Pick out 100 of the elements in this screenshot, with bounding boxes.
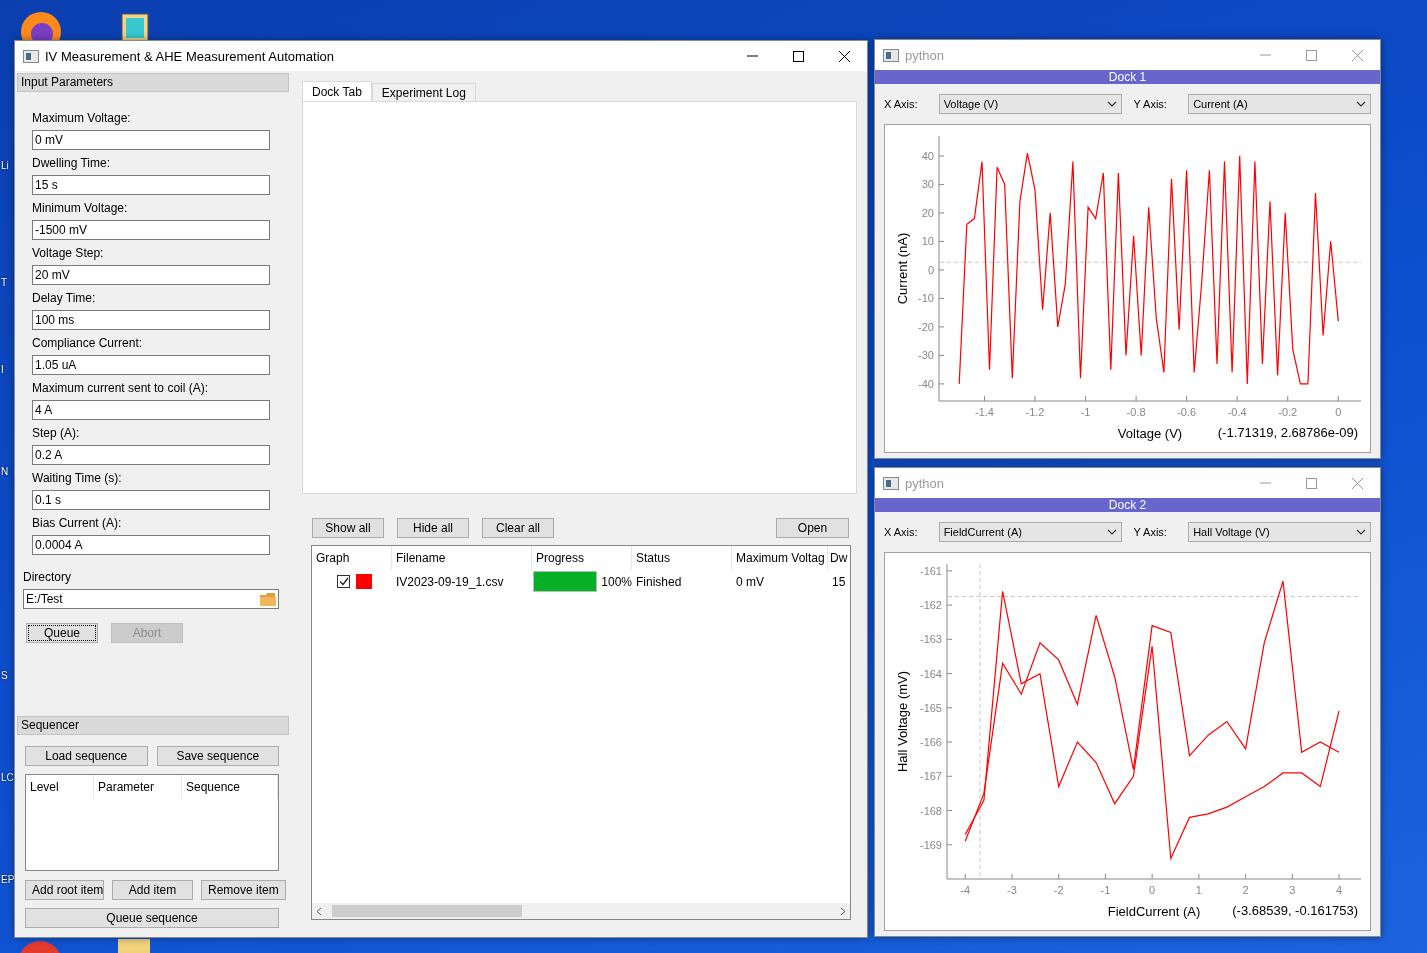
x-axis-title: Voltage (V) bbox=[1117, 426, 1183, 441]
tab[interactable]: Dock Tab bbox=[302, 81, 372, 101]
maximize-icon bbox=[1305, 49, 1317, 61]
table-cell-text: 15 bbox=[831, 574, 847, 589]
tick-label: 30 bbox=[921, 178, 934, 191]
dropdown[interactable]: Voltage (V) bbox=[938, 94, 1122, 114]
tick-label: 2 bbox=[1242, 884, 1249, 896]
tick-label: 3 bbox=[1289, 884, 1296, 896]
tick-label: 4 bbox=[1336, 884, 1343, 896]
input-field[interactable]: 0.1 s bbox=[32, 490, 270, 510]
field-label: Delay Time: bbox=[32, 290, 97, 307]
window-icon bbox=[883, 48, 899, 62]
desktop-icon-label: N bbox=[1, 466, 9, 477]
dropdown[interactable]: Current (A) bbox=[1188, 94, 1371, 114]
input-field[interactable]: -1500 mV bbox=[32, 220, 270, 240]
dropdown[interactable]: FieldCurrent (A) bbox=[938, 522, 1122, 542]
x-axis-title: FieldCurrent (A) bbox=[1107, 904, 1201, 919]
field-label: Bias Current (A): bbox=[32, 515, 123, 532]
column-header[interactable]: Graph bbox=[312, 546, 392, 570]
desktop-icon-label: I bbox=[1, 364, 4, 375]
dock-title-bar[interactable]: Dock 2 bbox=[875, 498, 1380, 512]
field-label: Step (A): bbox=[32, 425, 81, 442]
tick-label: 1 bbox=[1195, 884, 1202, 896]
desktop-icon-label: EP bbox=[1, 874, 15, 885]
column-header[interactable]: Sequence bbox=[182, 775, 278, 799]
chevron-down-icon bbox=[1106, 101, 1117, 107]
chevron-down-icon bbox=[1356, 101, 1366, 107]
field-label: Waiting Time (s): bbox=[32, 470, 123, 487]
tick-label: 20 bbox=[921, 206, 934, 219]
column-header[interactable]: Filename bbox=[392, 546, 532, 570]
input-field[interactable]: 1.05 uA bbox=[32, 355, 270, 375]
tick-label: 40 bbox=[921, 149, 934, 162]
input-field[interactable]: 4 A bbox=[32, 400, 270, 420]
input-field[interactable]: 15 s bbox=[32, 175, 270, 195]
column-header[interactable]: Parameter bbox=[94, 775, 182, 799]
tab[interactable]: Experiment Log bbox=[371, 83, 476, 101]
file-button[interactable]: Show all bbox=[312, 518, 384, 538]
dropdown[interactable]: Hall Voltage (V) bbox=[1188, 522, 1371, 542]
field-label: Maximum Voltage: bbox=[32, 110, 132, 127]
input-field[interactable]: 0.0004 A bbox=[32, 535, 270, 555]
chevron-down-icon bbox=[1106, 529, 1117, 535]
progress-text: 100% bbox=[601, 574, 632, 589]
column-header[interactable]: Progress bbox=[532, 546, 632, 570]
item-button[interactable]: Add item bbox=[112, 880, 193, 900]
minimize-icon bbox=[746, 55, 758, 57]
input-field[interactable]: 0.2 A bbox=[32, 445, 270, 465]
sequence-tree[interactable]: Level Parameter Sequence bbox=[25, 774, 279, 871]
tick-label: -20 bbox=[918, 320, 934, 333]
input-field[interactable]: 20 mV bbox=[32, 265, 270, 285]
tick-label: -168 bbox=[919, 804, 942, 817]
tick-label: -167 bbox=[919, 770, 942, 783]
color-swatch[interactable] bbox=[356, 574, 372, 589]
axis-label: Y Axis: bbox=[1133, 98, 1168, 110]
input-field[interactable]: 100 ms bbox=[32, 310, 270, 330]
desktop-icon-label: T bbox=[1, 277, 8, 288]
chart-file-icon[interactable] bbox=[120, 12, 150, 40]
input-field[interactable]: 0 mV bbox=[32, 130, 270, 150]
sequence-button[interactable]: Save sequence bbox=[156, 746, 279, 766]
tick-label: 0 bbox=[1149, 884, 1156, 896]
file-button[interactable]: Hide all bbox=[397, 518, 469, 538]
tick-label: -1 bbox=[1100, 884, 1111, 896]
tick-label: 10 bbox=[921, 235, 934, 248]
tick-label: -1.2 bbox=[1025, 406, 1045, 418]
field-label: Directory bbox=[23, 569, 72, 586]
cursor-coordinates: (-1.71319, 2.68786e-09) bbox=[1217, 425, 1358, 440]
tick-label: -162 bbox=[919, 599, 942, 612]
axis-label: X Axis: bbox=[884, 526, 919, 538]
tick-label: -169 bbox=[919, 838, 942, 851]
item-button[interactable]: Add root item bbox=[25, 880, 104, 900]
scroll-right-icon[interactable] bbox=[840, 906, 846, 916]
file-button[interactable]: Clear all bbox=[482, 518, 554, 538]
tick-label: -165 bbox=[919, 701, 942, 714]
folder-icon[interactable] bbox=[260, 592, 276, 606]
action-button[interactable]: Queue bbox=[26, 623, 98, 643]
column-header[interactable]: Level bbox=[26, 775, 94, 799]
field-label: Dwelling Time: bbox=[32, 155, 112, 172]
queue-sequence-button[interactable]: Queue sequence bbox=[25, 908, 279, 928]
axis-label: X Axis: bbox=[884, 98, 919, 110]
column-header[interactable]: Status bbox=[632, 546, 732, 570]
table-cell-text: 0 mV bbox=[735, 574, 765, 589]
field-label: Maximum current sent to coil (A): bbox=[32, 380, 210, 397]
column-header[interactable]: Dw bbox=[828, 546, 850, 570]
dock-title-bar[interactable]: Dock 1 bbox=[875, 70, 1380, 84]
tick-label: -0.4 bbox=[1227, 406, 1247, 418]
minimize-icon bbox=[1259, 54, 1271, 56]
horizontal-scrollbar[interactable] bbox=[312, 903, 850, 919]
tick-label: -4 bbox=[960, 884, 971, 896]
maximize-icon bbox=[1305, 477, 1317, 489]
sequence-button[interactable]: Load sequence bbox=[25, 746, 148, 766]
directory-field[interactable]: E:/Test bbox=[23, 589, 279, 609]
item-button[interactable]: Remove item bbox=[201, 880, 286, 900]
tick-label: 0 bbox=[927, 263, 934, 276]
scroll-left-icon[interactable] bbox=[316, 906, 322, 916]
column-header[interactable]: Maximum Voltag bbox=[732, 546, 828, 570]
y-axis-title: Current (nA) bbox=[895, 232, 910, 305]
desktop-icon-label: S bbox=[1, 670, 8, 681]
tick-label: -1 bbox=[1080, 406, 1091, 418]
checkbox[interactable] bbox=[337, 575, 350, 588]
open-button[interactable]: Open bbox=[776, 518, 849, 538]
tick-label: -3 bbox=[1007, 884, 1017, 896]
